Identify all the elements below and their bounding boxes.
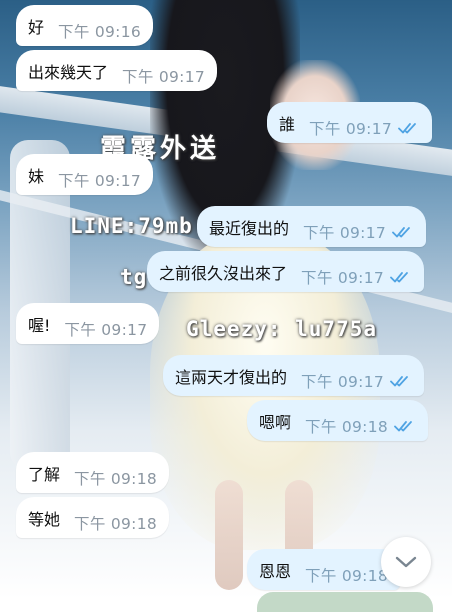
double-check-icon xyxy=(390,271,408,282)
double-check-icon xyxy=(390,375,408,386)
message-bubble[interactable]: 妹 下午 09:17 xyxy=(16,154,154,195)
message-text: 這兩天才復出的 xyxy=(175,367,288,387)
double-check-icon xyxy=(392,226,410,237)
message-text: 了解 xyxy=(28,464,61,484)
message-text: 喔! xyxy=(28,315,51,335)
next-message-bubble-edge xyxy=(257,592,433,612)
scroll-to-bottom-button[interactable] xyxy=(381,537,431,587)
message-text: 等她 xyxy=(28,509,61,529)
message-time: 下午 09:18 xyxy=(74,514,158,533)
chevron-down-icon xyxy=(395,556,417,568)
message-time: 下午 09:17 xyxy=(303,223,387,242)
double-check-icon xyxy=(394,420,412,431)
message-bubble[interactable]: 最近復出的 下午 09:17 xyxy=(197,206,427,247)
message-time: 下午 09:17 xyxy=(309,119,393,138)
message-text: 出來幾天了 xyxy=(28,62,109,82)
message-bubble[interactable]: 了解 下午 09:18 xyxy=(16,452,170,493)
message-bubble[interactable]: 這兩天才復出的 下午 09:17 xyxy=(163,355,425,396)
message-text: 恩恩 xyxy=(259,561,292,581)
message-bubble[interactable]: 等她 下午 09:18 xyxy=(16,497,170,538)
message-bubble[interactable]: 誰 下午 09:17 xyxy=(267,102,433,143)
message-text: 之前很久沒出來了 xyxy=(159,263,288,283)
message-text: 好 xyxy=(28,17,45,37)
message-time: 下午 09:18 xyxy=(74,469,158,488)
watermark-tg: tg xyxy=(120,265,148,289)
message-time: 下午 09:17 xyxy=(122,67,206,86)
message-time: 下午 09:18 xyxy=(305,417,389,436)
message-time: 下午 09:16 xyxy=(58,22,142,41)
message-bubble[interactable]: 恩恩 下午 09:18 xyxy=(247,549,401,590)
message-time: 下午 09:18 xyxy=(305,566,389,585)
double-check-icon xyxy=(398,122,416,133)
message-text: 最近復出的 xyxy=(209,218,290,238)
message-text: 嗯啊 xyxy=(259,412,292,432)
message-bubble[interactable]: 出來幾天了 下午 09:17 xyxy=(16,50,218,91)
wallpaper-figure-leg xyxy=(215,480,243,590)
message-time: 下午 09:17 xyxy=(301,372,385,391)
message-text: 妹 xyxy=(28,166,45,186)
watermark-gleezy: Gleezy: lu775a xyxy=(186,317,378,341)
message-time: 下午 09:17 xyxy=(64,320,148,339)
watermark-line-id: LINE:79mb xyxy=(70,214,193,238)
message-bubble[interactable]: 好 下午 09:16 xyxy=(16,5,154,46)
message-bubble[interactable]: 之前很久沒出來了 下午 09:17 xyxy=(147,251,425,292)
message-text: 誰 xyxy=(279,114,296,134)
message-time: 下午 09:17 xyxy=(301,268,385,287)
message-time: 下午 09:17 xyxy=(58,171,142,190)
message-bubble[interactable]: 喔! 下午 09:17 xyxy=(16,303,160,344)
message-bubble[interactable]: 嗯啊 下午 09:18 xyxy=(247,400,429,441)
